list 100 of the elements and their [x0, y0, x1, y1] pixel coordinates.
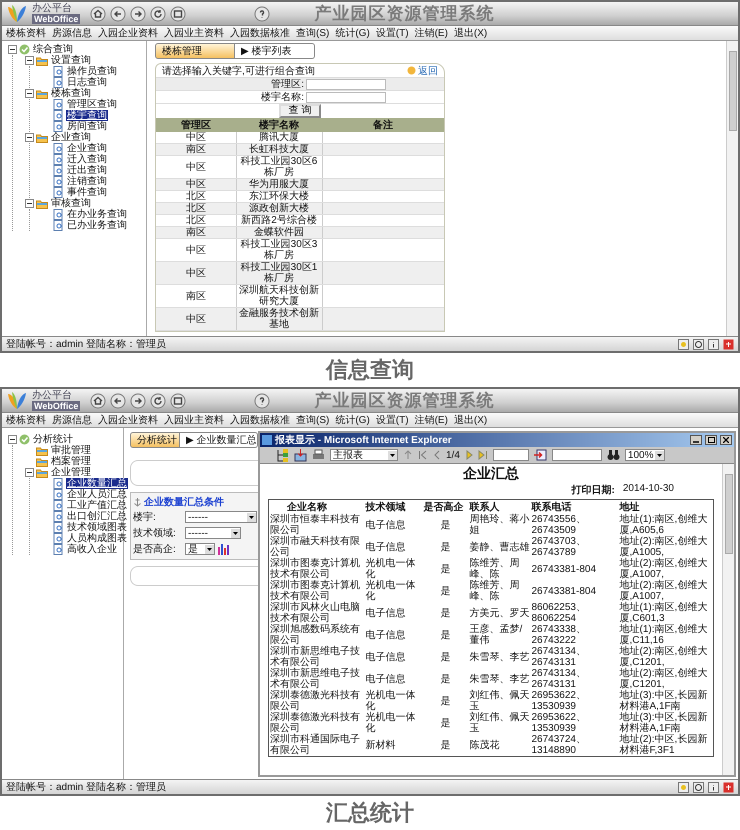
- tree-item[interactable]: 企业查询: [50, 132, 92, 143]
- menu-item[interactable]: 入园业主资料: [164, 413, 224, 427]
- tree-item[interactable]: 人员构成图表: [66, 533, 128, 544]
- scrollbar[interactable]: [722, 464, 734, 775]
- tree-item[interactable]: 已办业务查询: [66, 220, 128, 231]
- menu-item[interactable]: 查询(S): [296, 26, 330, 40]
- select-field[interactable]: ------: [185, 527, 241, 539]
- tab[interactable]: ▶ 楼宇列表: [235, 43, 315, 59]
- menu-item[interactable]: 入园企业资料: [98, 413, 158, 427]
- tree-item[interactable]: 设置查询: [50, 55, 92, 66]
- collapse-icon[interactable]: [8, 45, 17, 54]
- info-icon[interactable]: [708, 338, 719, 350]
- tree-item[interactable]: 出口创汇汇总: [66, 511, 128, 522]
- clock-icon[interactable]: [693, 782, 704, 792]
- menu-item[interactable]: 退出(X): [454, 413, 488, 427]
- tree-icon[interactable]: [276, 448, 289, 462]
- tree-item[interactable]: 楼宇查询: [66, 110, 108, 121]
- home-icon[interactable]: [90, 392, 106, 408]
- tree-item[interactable]: 操作员查询: [66, 66, 118, 77]
- refresh-icon[interactable]: [150, 6, 166, 22]
- menu-item[interactable]: 入园数据核准: [230, 26, 290, 40]
- collapse-icon[interactable]: [25, 56, 34, 65]
- export-icon[interactable]: [294, 448, 307, 462]
- tree-item[interactable]: 事件查询: [66, 187, 108, 198]
- tree-item[interactable]: 管理区查询: [66, 99, 118, 110]
- tree-item[interactable]: 迁入查询: [66, 154, 108, 165]
- tree-item[interactable]: 审批管理: [50, 445, 92, 456]
- menu-item[interactable]: 楼栋资料: [6, 26, 46, 40]
- back-icon[interactable]: [110, 392, 126, 408]
- window-icon[interactable]: [170, 6, 186, 22]
- tree-item[interactable]: 迁出查询: [66, 165, 108, 176]
- refresh-icon[interactable]: [150, 392, 166, 408]
- collapse-icon[interactable]: [25, 199, 34, 208]
- scrollbar[interactable]: [726, 41, 738, 336]
- collapse-icon[interactable]: [25, 468, 34, 477]
- clock-icon[interactable]: [693, 338, 704, 350]
- menu-item[interactable]: 入园数据核准: [230, 413, 290, 427]
- tree-item[interactable]: 企业管理: [50, 467, 92, 478]
- menu-item[interactable]: 入园业主资料: [164, 26, 224, 40]
- chart-icon[interactable]: [217, 543, 231, 555]
- tree-item[interactable]: 在办业务查询: [66, 209, 128, 220]
- menu-item[interactable]: 退出(X): [454, 26, 488, 40]
- tree-item[interactable]: 楼栋查询: [50, 88, 92, 99]
- menu-item[interactable]: 房源信息: [52, 413, 92, 427]
- tree-item[interactable]: 企业数量汇总: [66, 478, 128, 489]
- menu-item[interactable]: 查询(S): [296, 413, 330, 427]
- binoculars-icon[interactable]: [606, 449, 620, 461]
- menu-item[interactable]: 统计(G): [335, 413, 370, 427]
- collapse-icon[interactable]: [25, 89, 34, 98]
- forward-icon[interactable]: [130, 6, 146, 22]
- tree-item[interactable]: 档案管理: [50, 456, 92, 467]
- tree-item[interactable]: 企业查询: [66, 143, 108, 154]
- collapse-icon[interactable]: [25, 133, 34, 142]
- input-field[interactable]: [306, 92, 386, 102]
- first-page-icon[interactable]: [418, 450, 428, 460]
- close-button[interactable]: [720, 435, 732, 445]
- tree-item[interactable]: 企业人员汇总: [66, 489, 128, 500]
- help-icon[interactable]: [254, 392, 270, 408]
- search-field[interactable]: [552, 449, 602, 461]
- back-link[interactable]: 返回: [407, 64, 438, 78]
- search-button[interactable]: 查 询: [278, 104, 322, 118]
- tree-item[interactable]: 审核查询: [50, 198, 92, 209]
- tree-item[interactable]: 房间查询: [66, 121, 108, 132]
- minimize-button[interactable]: [690, 435, 702, 445]
- tab[interactable]: ▶ 企业数量汇总: [180, 432, 258, 448]
- collapse-icon[interactable]: [8, 435, 17, 444]
- tree-item[interactable]: 技术领域图表: [66, 522, 128, 533]
- back-icon[interactable]: [110, 6, 126, 22]
- menu-item[interactable]: 注销(E): [414, 413, 448, 427]
- menu-item[interactable]: 设置(T): [376, 413, 409, 427]
- tree-item[interactable]: 分析统计: [32, 434, 74, 445]
- maximize-button[interactable]: [705, 435, 717, 445]
- tree-item[interactable]: 日志查询: [66, 77, 108, 88]
- go-icon[interactable]: [534, 449, 547, 461]
- window-icon[interactable]: [170, 392, 186, 408]
- tree-item[interactable]: 工业产值汇总: [66, 500, 128, 511]
- tab[interactable]: 分析统计: [130, 432, 180, 448]
- page-field[interactable]: [492, 449, 529, 461]
- home-icon[interactable]: [90, 6, 106, 22]
- tree-item[interactable]: 高收入企业: [66, 544, 118, 555]
- tab[interactable]: 楼栋管理: [155, 43, 235, 59]
- select-field[interactable]: 是: [185, 543, 215, 555]
- menu-item[interactable]: 入园企业资料: [98, 26, 158, 40]
- menu-item[interactable]: 楼栋资料: [6, 413, 46, 427]
- help-icon[interactable]: [254, 6, 270, 22]
- previous-page-icon[interactable]: [433, 450, 441, 460]
- menu-item[interactable]: 统计(G): [335, 26, 370, 40]
- zoom-select[interactable]: 100%: [624, 449, 665, 461]
- info-icon[interactable]: [708, 782, 719, 792]
- print-icon[interactable]: [312, 448, 325, 462]
- table-cell: 姜静、曹志雄: [468, 536, 530, 558]
- input-field[interactable]: [306, 78, 386, 90]
- tree-item[interactable]: 注销查询: [66, 176, 108, 187]
- menu-item[interactable]: 注销(E): [414, 26, 448, 40]
- sheet-select[interactable]: 主报表: [330, 449, 398, 461]
- tree-item[interactable]: 综合查询: [32, 44, 74, 55]
- menu-item[interactable]: 设置(T): [376, 26, 409, 40]
- forward-icon[interactable]: [130, 392, 146, 408]
- menu-item[interactable]: 房源信息: [52, 26, 92, 40]
- select-field[interactable]: ------: [185, 511, 257, 523]
